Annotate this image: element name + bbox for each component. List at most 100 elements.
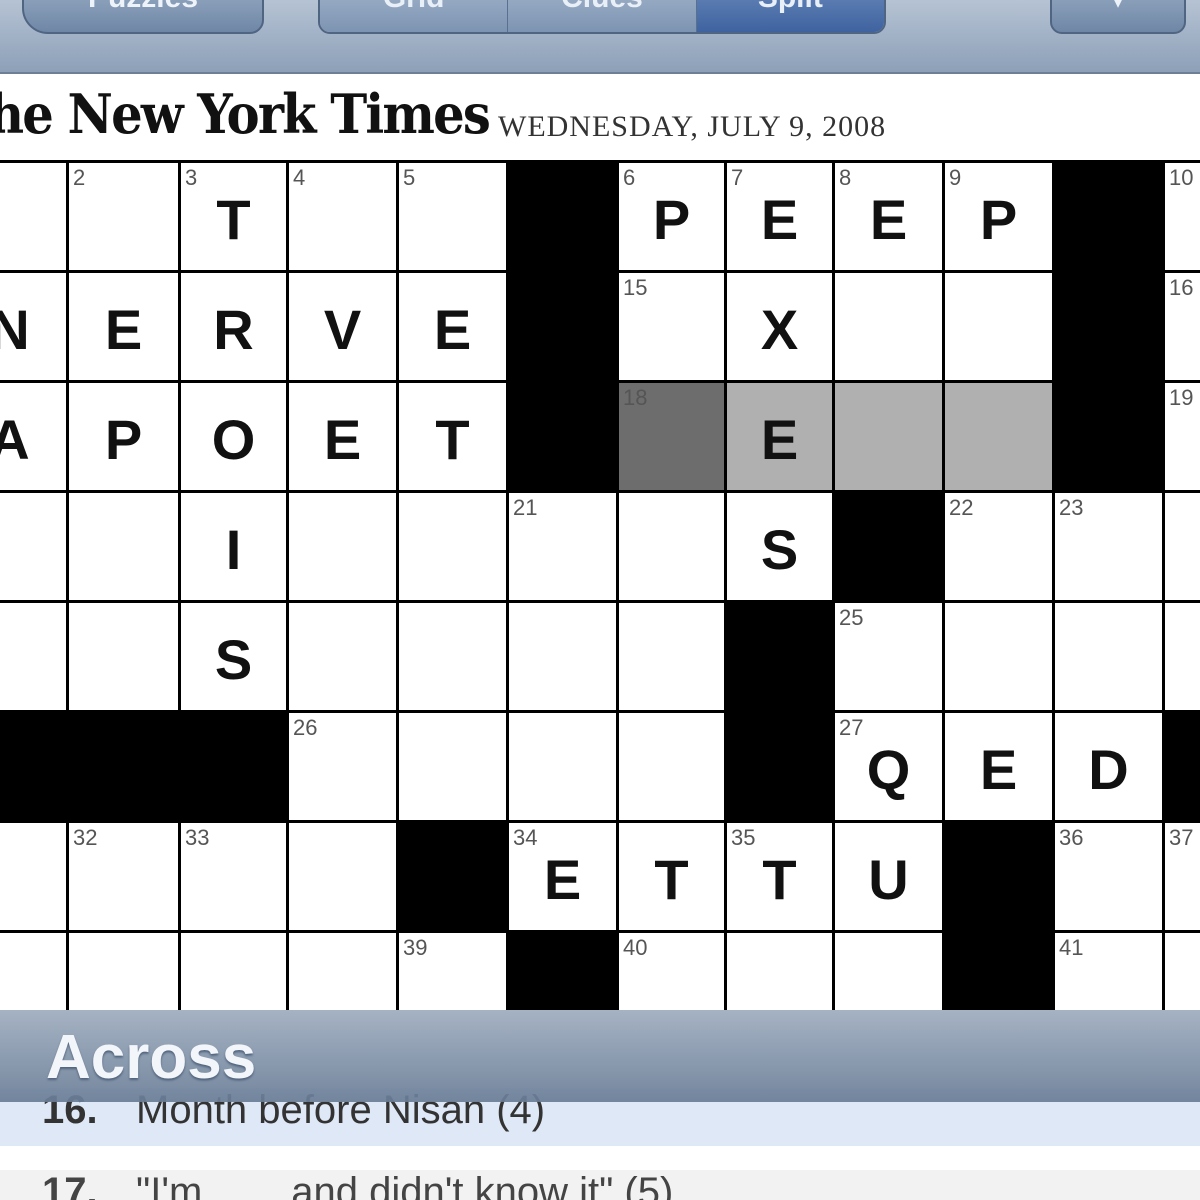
grid-cell[interactable]	[619, 493, 724, 600]
grid-cell-current[interactable]: 18	[619, 383, 724, 490]
grid-cell[interactable]: 7E	[727, 163, 832, 270]
grid-cell[interactable]: 16	[1165, 273, 1200, 380]
grid-cell[interactable]	[1055, 603, 1162, 710]
grid-cell[interactable]: 2	[69, 163, 178, 270]
cell-number: 23	[1059, 495, 1084, 520]
grid-cell[interactable]	[399, 603, 506, 710]
grid-cell[interactable]: 41	[1055, 933, 1162, 1010]
grid-cell[interactable]: 36	[1055, 823, 1162, 930]
grid-cell[interactable]: S	[181, 603, 286, 710]
grid-cell[interactable]: 26	[289, 713, 396, 820]
grid-cell[interactable]: 6P	[619, 163, 724, 270]
grid-cell[interactable]: 39	[399, 933, 506, 1010]
grid-cell[interactable]: 19	[1165, 383, 1200, 490]
grid-cell[interactable]	[1165, 933, 1200, 1010]
grid-cell[interactable]: 22	[945, 493, 1052, 600]
grid-cell[interactable]: 5	[399, 163, 506, 270]
grid-cell[interactable]	[289, 823, 396, 930]
segment-clues[interactable]: Clues	[508, 0, 697, 32]
grid-cell[interactable]	[0, 603, 66, 710]
grid-cell[interactable]	[835, 933, 942, 1010]
grid-cell[interactable]: 9P	[945, 163, 1052, 270]
clue-number: 17.	[42, 1170, 98, 1200]
grid-cell[interactable]	[69, 603, 178, 710]
grid-cell[interactable]: 23	[1055, 493, 1162, 600]
grid-cell[interactable]	[0, 493, 66, 600]
grid-cell[interactable]: D	[1055, 713, 1162, 820]
grid-cell[interactable]: S	[727, 493, 832, 600]
back-button[interactable]: Puzzles	[22, 0, 264, 34]
grid-cell-selected[interactable]: E	[727, 383, 832, 490]
grid-cell[interactable]	[289, 933, 396, 1010]
top-toolbar: Puzzles Grid Clues Split ▾	[0, 0, 1200, 74]
grid-cell[interactable]: A	[0, 383, 66, 490]
grid-cell[interactable]: 15	[619, 273, 724, 380]
grid-cell[interactable]	[289, 493, 396, 600]
grid-cell[interactable]	[0, 933, 66, 1010]
cell-number: 32	[73, 825, 98, 850]
grid-cell[interactable]	[399, 713, 506, 820]
cell-letter: T	[216, 188, 251, 251]
grid-cell[interactable]: 3T	[181, 163, 286, 270]
grid-cell[interactable]: U	[835, 823, 942, 930]
grid-block	[1055, 383, 1162, 490]
segment-grid[interactable]: Grid	[320, 0, 509, 32]
cell-letter: P	[104, 408, 143, 471]
grid-cell[interactable]: 35 T	[727, 823, 832, 930]
grid-cell[interactable]: T	[619, 823, 724, 930]
grid-block	[835, 493, 942, 600]
grid-cell[interactable]: I	[181, 493, 286, 600]
grid-cell[interactable]: 10	[1165, 163, 1200, 270]
grid-cell[interactable]: E	[945, 713, 1052, 820]
cell-letter: E	[433, 298, 472, 361]
grid-cell[interactable]	[945, 273, 1052, 380]
grid-cell[interactable]: 4	[289, 163, 396, 270]
grid-cell[interactable]	[727, 933, 832, 1010]
grid-cell[interactable]: R	[181, 273, 286, 380]
cell-number: 15	[623, 275, 648, 300]
grid-cell[interactable]: N	[0, 273, 66, 380]
grid-cell[interactable]	[0, 163, 66, 270]
clue-item[interactable]: 17. "I'm ___ and didn't know it" (5)	[0, 1170, 1200, 1200]
grid-cell[interactable]: 33	[181, 823, 286, 930]
grid-cell[interactable]	[619, 603, 724, 710]
grid-cell[interactable]: O	[181, 383, 286, 490]
grid-cell[interactable]: T	[399, 383, 506, 490]
grid-cell[interactable]	[945, 603, 1052, 710]
cell-letter: R	[213, 298, 254, 361]
grid-cell[interactable]: X	[727, 273, 832, 380]
grid-cell[interactable]	[0, 823, 66, 930]
grid-cell[interactable]	[509, 713, 616, 820]
grid-cell[interactable]: V	[289, 273, 396, 380]
menu-icon[interactable]: ▾	[1050, 0, 1186, 34]
grid-cell[interactable]	[69, 493, 178, 600]
grid-cell[interactable]: 34 E	[509, 823, 616, 930]
grid-cell-selected[interactable]	[945, 383, 1052, 490]
grid-cell[interactable]: P	[69, 383, 178, 490]
grid-block	[509, 273, 616, 380]
grid-cell[interactable]: 27 Q	[835, 713, 942, 820]
grid-cell[interactable]: 40	[619, 933, 724, 1010]
grid-block	[509, 383, 616, 490]
grid-cell[interactable]: E	[289, 383, 396, 490]
cell-number: 36	[1059, 825, 1084, 850]
grid-cell[interactable]	[181, 933, 286, 1010]
grid-cell[interactable]: 37	[1165, 823, 1200, 930]
grid-cell[interactable]	[289, 603, 396, 710]
grid-cell[interactable]	[619, 713, 724, 820]
clues-section-title: Across	[46, 1023, 257, 1092]
grid-cell[interactable]: E	[399, 273, 506, 380]
grid-cell[interactable]	[69, 933, 178, 1010]
grid-cell[interactable]	[1165, 493, 1200, 600]
grid-cell[interactable]: 8E	[835, 163, 942, 270]
segment-split[interactable]: Split	[696, 0, 884, 32]
grid-cell[interactable]: 32	[69, 823, 178, 930]
grid-cell-selected[interactable]	[835, 383, 942, 490]
grid-cell[interactable]: 21	[509, 493, 616, 600]
grid-cell[interactable]	[1165, 603, 1200, 710]
grid-cell[interactable]: 25	[835, 603, 942, 710]
grid-cell[interactable]: E	[69, 273, 178, 380]
grid-cell[interactable]	[835, 273, 942, 380]
grid-cell[interactable]	[399, 493, 506, 600]
grid-cell[interactable]	[509, 603, 616, 710]
